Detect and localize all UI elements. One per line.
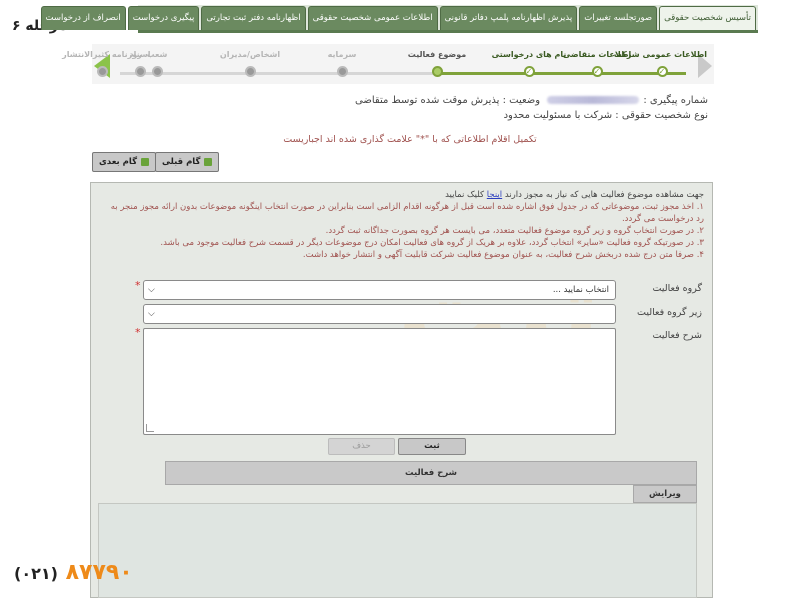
phone-area-code: (۰۲۱) bbox=[14, 564, 58, 583]
stepper-step-label: اسناد bbox=[129, 50, 151, 59]
delete-button: حذف bbox=[328, 438, 395, 455]
next-step-button[interactable]: گام بعدی bbox=[92, 152, 157, 172]
step-dot-icon bbox=[336, 66, 348, 77]
table-header-description: شرح فعالیت bbox=[165, 461, 697, 485]
footer-phone: (۰۲۱) ۸۷۷۹۰ bbox=[10, 560, 133, 585]
prev-step-label: گام قبلی bbox=[162, 157, 201, 167]
guide-item: ۳. در صورتیکه گروه فعالیت «سایر» انتخاب … bbox=[160, 238, 704, 248]
tracking-label: شماره پیگیری : bbox=[643, 95, 708, 106]
chevron-down-icon: ⌵ bbox=[148, 285, 155, 295]
tab-item[interactable]: اطلاعات عمومی شخصیت حقوقی bbox=[307, 6, 438, 30]
stepper-step-label: نام های درخواستی bbox=[491, 50, 567, 59]
step-dot-icon bbox=[96, 66, 108, 77]
step-dot-icon bbox=[431, 66, 443, 77]
table-body bbox=[98, 503, 697, 598]
guide-intro-text: جهت مشاهده موضوع فعالیت هایی که نیاز به … bbox=[504, 190, 704, 200]
guide-item: ۱. اخذ مجوز ثبت، موضوعاتی که در جدول فوق… bbox=[110, 202, 704, 224]
stepper-step[interactable]: سرمایه bbox=[297, 48, 387, 77]
activity-group-select[interactable]: انتخاب نمایید ... ⌵ bbox=[143, 280, 616, 300]
resize-grip-icon[interactable] bbox=[146, 424, 154, 432]
tab-item[interactable]: پذیرش اظهارنامه پلمپ دفاتر قانونی bbox=[439, 6, 578, 30]
forward-icon bbox=[141, 157, 150, 166]
tracking-row: شماره پیگیری : وضعیت : پذیرش موقت شده تو… bbox=[355, 95, 708, 106]
tab-item[interactable]: تأسیس شخصیت حقوقی bbox=[659, 6, 756, 30]
description-textarea[interactable] bbox=[143, 328, 616, 435]
prev-step-button[interactable]: گام قبلی bbox=[155, 152, 220, 172]
stepper-step[interactable]: موضوع فعالیت bbox=[392, 48, 482, 77]
guide-intro-suffix: کلیک نمایید bbox=[445, 190, 485, 200]
description-label: شرح فعالیت bbox=[652, 330, 702, 341]
entity-type-text: نوع شخصیت حقوقی : شرکت با مسئولیت محدود bbox=[503, 110, 708, 121]
submit-button[interactable]: ثبت bbox=[398, 438, 466, 455]
back-icon bbox=[204, 157, 213, 166]
next-step-label: گام بعدی bbox=[99, 157, 138, 167]
step-dot-icon bbox=[134, 66, 146, 77]
chevron-down-icon: ⌵ bbox=[148, 309, 155, 319]
stepper-step-label: موضوع فعالیت bbox=[407, 50, 467, 59]
step-dot-icon bbox=[244, 66, 256, 77]
subgroup-select[interactable]: ⌵ bbox=[143, 304, 616, 324]
activity-group-label: گروه فعالیت bbox=[652, 283, 702, 294]
guide-item: ۴. صرفا متن درج شده دربخش شرح فعالیت، به… bbox=[302, 250, 704, 260]
tab-item[interactable]: اظهارنامه دفتر ثبت تجارتی bbox=[201, 6, 306, 30]
required-mark: * bbox=[135, 326, 141, 339]
stepper-step[interactable]: اشخاص/مدیران bbox=[205, 48, 295, 77]
required-mark: * bbox=[135, 279, 141, 292]
check-icon: ✓ bbox=[656, 66, 668, 77]
license-link[interactable]: اینجا bbox=[487, 190, 502, 200]
stepper-step[interactable]: نام های درخواستی ✓ bbox=[484, 48, 574, 77]
stepper-step-label: اشخاص/مدیران bbox=[219, 50, 281, 59]
tab-item[interactable]: پیگیری درخواست bbox=[127, 6, 200, 30]
progress-stepper: اطلاعات عمومی شرکت ✓ اطلاعات متقاضی ✓ نام ها… bbox=[62, 44, 714, 84]
check-icon: ✓ bbox=[591, 66, 603, 77]
stepper-step-label: سرمایه bbox=[327, 50, 357, 59]
stepper-step[interactable]: اسناد bbox=[120, 48, 160, 77]
table-header-edit: ویرایش bbox=[633, 485, 697, 503]
guide-item: ۲. در صورت انتخاب گروه و زیر گروه موضوع … bbox=[325, 226, 704, 236]
tracking-number-redacted bbox=[547, 96, 640, 104]
activity-group-value: انتخاب نمایید ... bbox=[552, 285, 609, 295]
check-icon: ✓ bbox=[523, 66, 535, 77]
required-notice: تکمیل اقلام اطلاعاتی که با "*" علامت گذا… bbox=[283, 134, 537, 145]
phone-number: ۸۷۷۹۰ bbox=[65, 560, 133, 585]
guide-intro: جهت مشاهده موضوع فعالیت هایی که نیاز به … bbox=[104, 189, 704, 201]
tab-item[interactable]: صورتجلسه تغییرات bbox=[579, 6, 658, 30]
guide-text: جهت مشاهده موضوع فعالیت هایی که نیاز به … bbox=[104, 189, 704, 261]
status-text: وضعیت : پذیرش موقت شده توسط متقاضی bbox=[355, 95, 541, 106]
main-tab-bar: تأسیس شخصیت حقوقی صورتجلسه تغییرات پذیرش ا… bbox=[40, 5, 758, 33]
subgroup-label: زیر گروه فعالیت bbox=[637, 307, 702, 318]
tab-item[interactable]: انصراف از درخواست bbox=[40, 6, 126, 30]
